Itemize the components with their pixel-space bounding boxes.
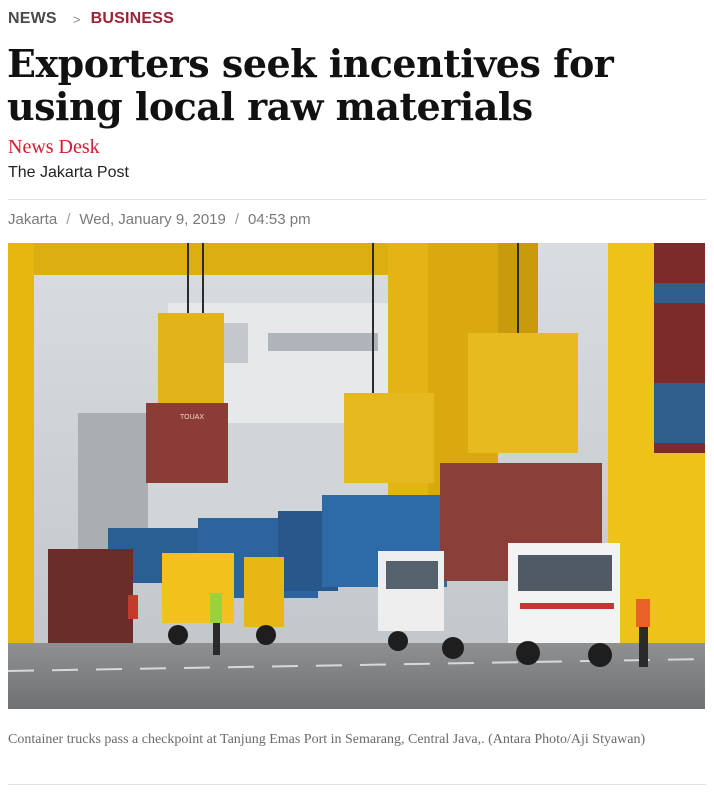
publisher-name: The Jakarta Post <box>8 164 129 181</box>
breadcrumb-business-link[interactable]: BUSINESS <box>91 10 174 28</box>
article-time: 04:53 pm <box>248 211 311 228</box>
author-link[interactable]: News Desk <box>8 136 100 159</box>
article-photo[interactable]: TOUAX <box>8 243 705 709</box>
meta-separator: / <box>234 211 240 228</box>
divider-bottom <box>8 784 706 785</box>
meta-separator: / <box>66 211 71 228</box>
breadcrumb-news-link[interactable]: NEWS <box>8 10 57 28</box>
article-date: Wed, January 9, 2019 <box>79 211 226 228</box>
breadcrumb: NEWS > BUSINESS <box>8 10 174 28</box>
breadcrumb-separator: > <box>72 11 81 27</box>
article-meta: Jakarta / Wed, January 9, 2019 / 04:53 p… <box>8 211 311 228</box>
port-scene-illustration: TOUAX <box>8 243 705 709</box>
container-brand-label: TOUAX <box>180 414 204 421</box>
article-headline: Exporters seek incentives for using loca… <box>7 41 614 129</box>
photo-caption: Container trucks pass a checkpoint at Ta… <box>8 732 646 747</box>
article-location: Jakarta <box>8 211 58 228</box>
divider-top <box>8 199 706 200</box>
